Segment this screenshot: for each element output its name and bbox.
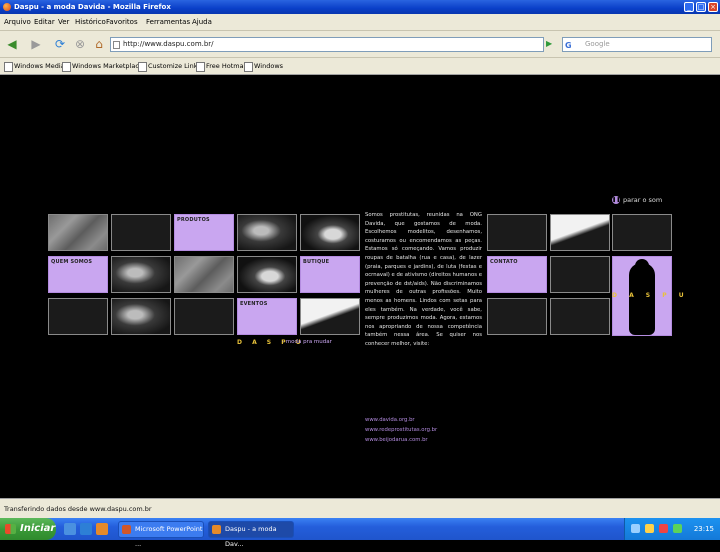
menu-bookmarks[interactable]: Favoritos (106, 18, 138, 26)
bookmark-item[interactable]: Customize Links (138, 62, 201, 72)
maximize-button[interactable]: □ (696, 2, 706, 12)
page-icon (113, 41, 120, 49)
bookmark-item[interactable]: Windows Marketplace (62, 62, 143, 72)
minimize-button[interactable]: _ (684, 2, 694, 12)
daspu-logo-right: D A S P U (612, 292, 689, 299)
network-icon[interactable] (631, 524, 640, 533)
volume-icon[interactable] (645, 524, 654, 533)
about-text: Somos prostitutas, reunidas na ONG David… (365, 212, 482, 347)
bookmark-item[interactable]: Free Hotmail (196, 62, 247, 72)
status-bar: Transferindo dados desde www.daspu.com.b… (0, 498, 720, 518)
start-button[interactable]: Iniciar (0, 518, 56, 540)
taskbar: Iniciar Microsoft PowerPoint ... Daspu -… (0, 518, 720, 548)
photo-tile (550, 298, 610, 335)
nav-tile-quem-somos[interactable]: QUEM SOMOS (48, 256, 108, 293)
photo-tile (300, 214, 360, 251)
messenger-icon[interactable] (673, 524, 682, 533)
photo-tile (237, 214, 297, 251)
powerpoint-icon (122, 525, 131, 534)
photo-tile (48, 298, 108, 335)
show-desktop-icon[interactable] (64, 523, 76, 535)
menu-view[interactable]: Ver (58, 18, 69, 26)
task-powerpoint[interactable]: Microsoft PowerPoint ... (118, 521, 204, 548)
security-icon[interactable] (659, 524, 668, 533)
task-label: Daspu - a moda Dav... (225, 525, 277, 548)
menu-edit[interactable]: Editar (34, 18, 55, 26)
nav-tile-label: PRODUTOS (177, 217, 210, 223)
google-icon: G (565, 41, 572, 50)
task-firefox[interactable]: Daspu - a moda Dav... (208, 521, 294, 548)
photo-tile (174, 256, 234, 293)
photo-tile (487, 298, 547, 335)
photo-tile (237, 256, 297, 293)
photo-tile (300, 298, 360, 335)
firefox-icon (3, 3, 11, 11)
windows-flag-icon (5, 524, 16, 534)
navigation-toolbar: ◀ ▶ ⟳ ⊗ ⌂ http://www.daspu.com.br/ ▶ G G… (0, 31, 720, 58)
photo-tile (612, 214, 672, 251)
photo-tile (111, 214, 171, 251)
nav-tile-label: QUEM SOMOS (51, 259, 93, 265)
nav-tile-contato[interactable]: CONTATO (487, 256, 547, 293)
photo-tile (111, 298, 171, 335)
firefox-task-icon (212, 525, 221, 534)
go-icon[interactable]: ▶ (546, 39, 556, 49)
menu-tools[interactable]: Ferramentas (146, 18, 190, 26)
photo-tile (550, 256, 610, 293)
sound-toggle[interactable]: ❚❚ parar o som (612, 196, 662, 204)
photo-tile (111, 256, 171, 293)
menu-history[interactable]: Histórico (75, 18, 106, 26)
photo-tile (487, 214, 547, 251)
back-icon[interactable]: ◀ (4, 36, 20, 52)
nav-tile-label: CONTATO (490, 259, 518, 265)
menu-file[interactable]: Arquivo (4, 18, 31, 26)
bookmarks-toolbar: Windows Media Windows Marketplace Custom… (0, 58, 720, 75)
reload-icon[interactable]: ⟳ (52, 36, 68, 52)
close-button[interactable]: × (708, 2, 718, 12)
status-text: Transferindo dados desde www.daspu.com.b… (4, 505, 152, 513)
menu-bar: Arquivo Editar Ver Histórico Favoritos F… (0, 14, 720, 31)
clock: 23:15 (693, 525, 714, 533)
sound-icon: ❚❚ (612, 196, 621, 204)
window-title-bar[interactable]: Daspu - a moda Davida - Mozilla Firefox … (0, 0, 720, 14)
link-davida[interactable]: www.davida.org.br (365, 417, 415, 423)
link-redeprostitutas[interactable]: www.redeprostitutas.org.br (365, 427, 437, 433)
firefox-quicklaunch-icon[interactable] (96, 523, 108, 535)
address-url: http://www.daspu.com.br/ (123, 40, 214, 48)
search-placeholder: Google (585, 40, 610, 48)
system-tray: 23:15 (624, 518, 720, 540)
task-label: Microsoft PowerPoint ... (135, 525, 203, 548)
menu-help[interactable]: Ajuda (192, 18, 212, 26)
start-label: Iniciar (20, 523, 56, 534)
sound-toggle-label: parar o som (623, 196, 663, 204)
nav-tile-label: EVENTOS (240, 301, 268, 307)
photo-tile (550, 214, 610, 251)
bookmark-item[interactable]: Windows Media (4, 62, 65, 72)
photo-tile (48, 214, 108, 251)
photo-tile (174, 298, 234, 335)
silhouette-figure (629, 263, 655, 335)
page-content: ❚❚ parar o som PRODUTOS QUEM SOMOS BUTIQU… (0, 76, 720, 498)
home-icon[interactable]: ⌂ (91, 36, 107, 52)
stop-icon[interactable]: ⊗ (72, 36, 88, 52)
search-input[interactable]: G Google (562, 37, 712, 52)
nav-tile-produtos[interactable]: PRODUTOS (174, 214, 234, 251)
brand-tagline: - moda pra mudar (282, 339, 332, 345)
link-beijodarua[interactable]: www.beijodarua.com.br (365, 437, 428, 443)
nav-tile-label: BUTIQUE (303, 259, 330, 265)
address-bar[interactable]: http://www.daspu.com.br/ (110, 37, 544, 52)
nav-tile-eventos[interactable]: EVENTOS (237, 298, 297, 335)
forward-icon[interactable]: ▶ (28, 36, 44, 52)
window-title: Daspu - a moda Davida - Mozilla Firefox (14, 3, 171, 11)
nav-tile-butique[interactable]: BUTIQUE (300, 256, 360, 293)
internet-explorer-icon[interactable] (80, 523, 92, 535)
bookmark-item[interactable]: Windows (244, 62, 283, 72)
